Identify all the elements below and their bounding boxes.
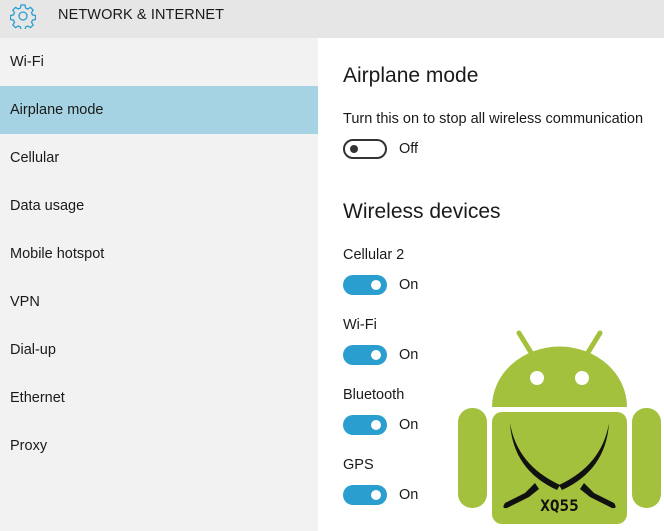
cellular-2-toggle[interactable] — [343, 275, 387, 295]
device-label-gps: GPS — [343, 457, 374, 473]
gear-icon — [10, 4, 36, 29]
sidebar-item-airplane-mode[interactable]: Airplane mode — [0, 86, 318, 134]
airplane-mode-description: Turn this on to stop all wireless commun… — [343, 111, 644, 127]
device-label-wifi: Wi-Fi — [343, 317, 377, 333]
toggle-knob — [350, 145, 358, 153]
android-logo-icon: XQ55 — [458, 330, 661, 524]
cellular-2-state: On — [399, 277, 419, 293]
toggle-knob — [371, 420, 381, 430]
sidebar-item-cellular[interactable]: Cellular — [0, 134, 318, 182]
bluetooth-toggle[interactable] — [343, 415, 387, 435]
logo-text: XQ55 — [540, 496, 579, 515]
sidebar-item-vpn[interactable]: VPN — [0, 278, 318, 326]
airplane-mode-toggle[interactable] — [343, 139, 387, 159]
wifi-toggle[interactable] — [343, 345, 387, 365]
gps-state: On — [399, 487, 419, 503]
airplane-mode-heading: Airplane mode — [343, 64, 479, 87]
sidebar-item-proxy[interactable]: Proxy — [0, 422, 318, 470]
bluetooth-state: On — [399, 417, 419, 433]
sidebar-item-dial-up[interactable]: Dial-up — [0, 326, 318, 374]
wifi-state: On — [399, 347, 419, 363]
sidebar-item-data-usage[interactable]: Data usage — [0, 182, 318, 230]
device-label-cellular-2: Cellular 2 — [343, 247, 405, 263]
page-title: NETWORK & INTERNET — [58, 7, 225, 23]
sidebar-nav: Wi-Fi Airplane mode Cellular Data usage … — [0, 38, 318, 531]
device-label-bluetooth: Bluetooth — [343, 387, 405, 403]
toggle-knob — [371, 490, 381, 500]
wireless-devices-heading: Wireless devices — [343, 200, 501, 223]
gps-toggle[interactable] — [343, 485, 387, 505]
toggle-knob — [371, 350, 381, 360]
airplane-mode-state: Off — [399, 141, 419, 157]
header-bar: NETWORK & INTERNET — [0, 0, 664, 38]
sidebar-item-ethernet[interactable]: Ethernet — [0, 374, 318, 422]
sidebar-item-mobile-hotspot[interactable]: Mobile hotspot — [0, 230, 318, 278]
toggle-knob — [371, 280, 381, 290]
sidebar-item-wifi[interactable]: Wi-Fi — [0, 38, 318, 86]
